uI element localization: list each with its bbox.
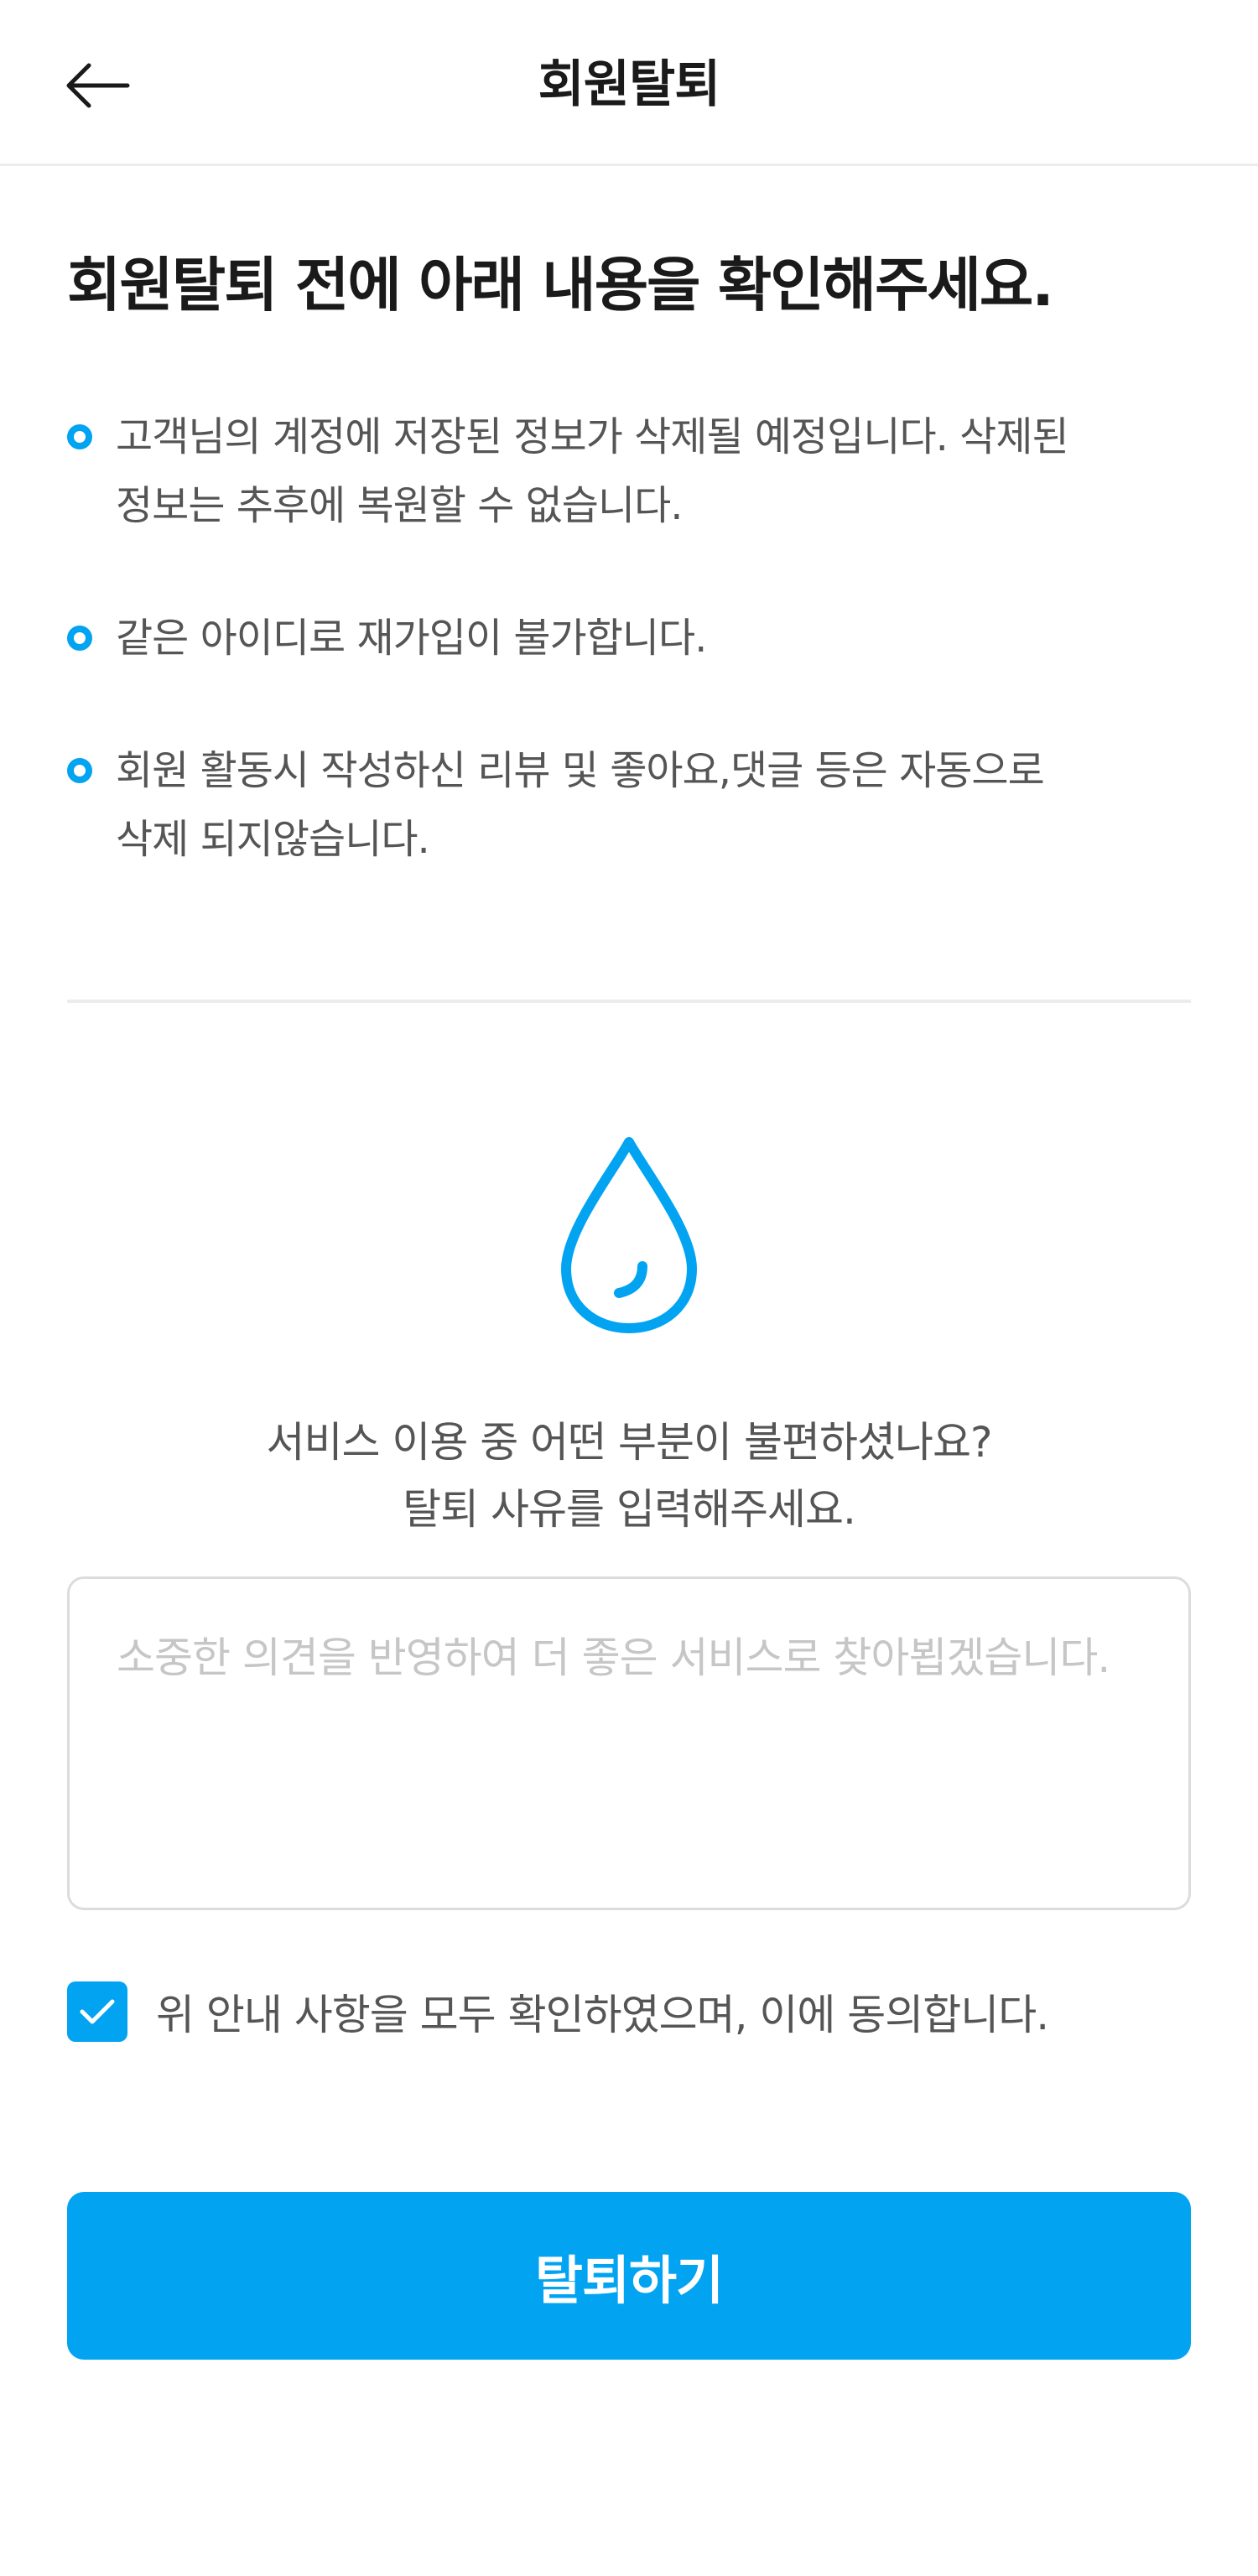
bullet-icon	[67, 758, 92, 783]
notice-item: 고객님의 계정에 저장된 정보가 삭제될 예정입니다. 삭제된 정보는 추후에 …	[67, 402, 1208, 540]
question-line: 탈퇴 사유를 입력해주세요.	[403, 1485, 856, 1534]
notice-text: 회원 활동시 작성하신 리뷰 및 좋아요,댓글 등은 자동으로	[116, 747, 1045, 794]
question-line: 서비스 이용 중 어떤 부분이 불편하셨나요?	[266, 1418, 992, 1467]
reason-question: 서비스 이용 중 어떤 부분이 불편하셨나요? 탈퇴 사유를 입력해주세요.	[0, 1409, 1258, 1543]
check-icon	[80, 1999, 115, 2024]
notice-item: 회원 활동시 작성하신 리뷰 및 좋아요,댓글 등은 자동으로 삭제 되지않습니…	[67, 736, 1208, 874]
notice-text: 고객님의 계정에 저장된 정보가 삭제될 예정입니다. 삭제된	[116, 413, 1069, 460]
notice-list: 고객님의 계정에 저장된 정보가 삭제될 예정입니다. 삭제된 정보는 추후에 …	[67, 402, 1208, 874]
page-title: 회원탈퇴	[538, 55, 721, 114]
notice-text: 삭제 되지않습니다.	[116, 816, 430, 863]
bullet-icon	[67, 424, 92, 449]
notice-item: 같은 아이디로 재가입이 불가합니다.	[67, 604, 1208, 673]
app-header: 회원탈퇴	[0, 0, 1258, 166]
notice-text: 같은 아이디로 재가입이 불가합니다.	[116, 615, 707, 662]
agree-label: 위 안내 사항을 모두 확인하였으며, 이에 동의합니다.	[156, 1991, 1049, 2039]
notice-text: 정보는 추후에 복원할 수 없습니다.	[116, 482, 684, 529]
agree-checkbox[interactable]	[67, 1981, 127, 2042]
bullet-icon	[67, 626, 92, 651]
withdrawal-headline: 회원탈퇴 전에 아래 내용을 확인해주세요.	[67, 251, 1054, 319]
reason-input[interactable]	[67, 1576, 1191, 1910]
water-drop-icon	[561, 1137, 697, 1333]
section-divider	[67, 1000, 1191, 1003]
withdraw-button[interactable]: 탈퇴하기	[67, 2192, 1191, 2360]
agree-checkbox-row[interactable]: 위 안내 사항을 모두 확인하였으며, 이에 동의합니다.	[67, 1981, 1049, 2043]
